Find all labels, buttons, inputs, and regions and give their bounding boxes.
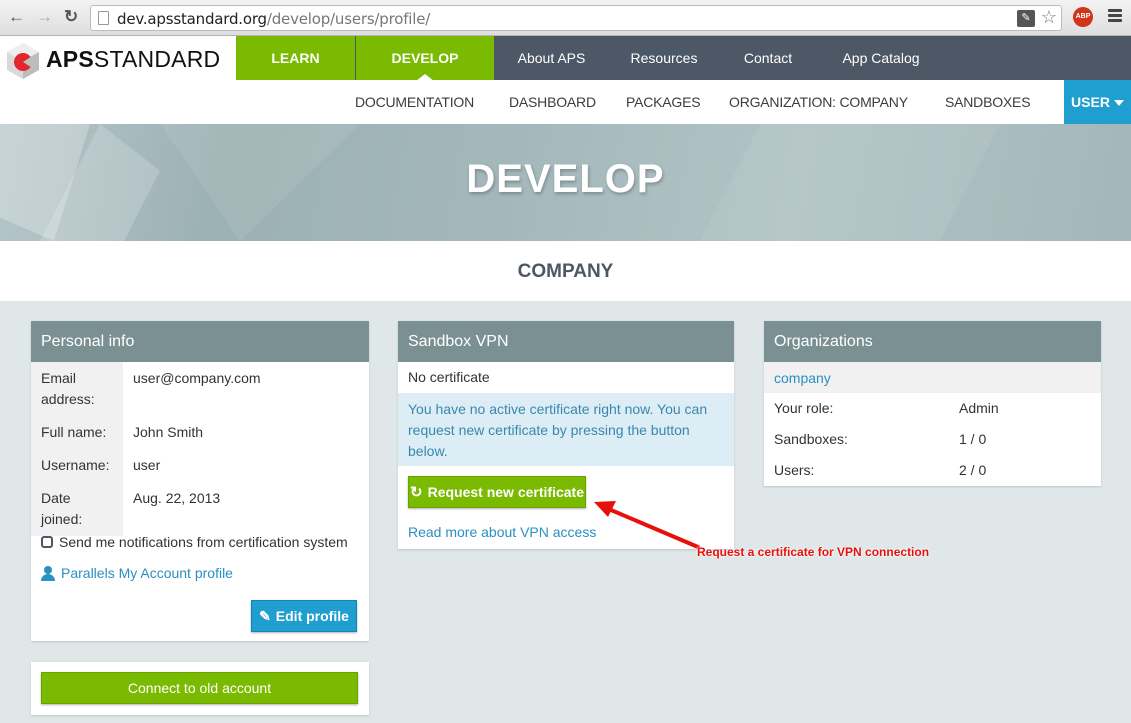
org-label: Sandboxes: <box>774 431 848 447</box>
user-icon <box>41 565 55 581</box>
banner: DEVELOP <box>0 124 1131 241</box>
logo-cube-icon <box>7 43 39 79</box>
org-value: Admin <box>959 400 999 416</box>
nav-contact[interactable]: Contact <box>719 36 817 80</box>
info-label: Username: <box>31 449 123 482</box>
logo-text: APSSTANDARD <box>46 46 221 72</box>
info-row: Username: user <box>31 449 369 482</box>
refresh-icon: ↻ <box>410 484 423 501</box>
panel-title: Sandbox VPN <box>398 321 734 362</box>
info-value: user@company.com <box>133 370 261 386</box>
organization-link[interactable]: company <box>764 362 1101 393</box>
annotation-text: Request a certificate for VPN connection <box>697 545 930 559</box>
org-row: Your role: Admin <box>764 393 1101 424</box>
address-bar[interactable]: dev.apsstandard.org/develop/users/profil… <box>90 5 1062 31</box>
connect-panel: Connect to old account <box>31 662 369 715</box>
nav-app-catalog[interactable]: App Catalog <box>817 36 945 80</box>
main-nav: LEARN DEVELOP About APS Resources Contac… <box>236 36 945 81</box>
vpn-status: No certificate <box>408 369 490 385</box>
my-account-link[interactable]: Parallels My Account profile <box>41 565 233 581</box>
star-icon[interactable]: ☆ <box>1041 7 1057 28</box>
subnav-documentation[interactable]: DOCUMENTATION <box>355 94 474 110</box>
org-label: Users: <box>774 462 815 478</box>
info-label: Email address: <box>31 362 123 416</box>
subnav-dashboard[interactable]: DASHBOARD <box>509 94 596 110</box>
nav-resources[interactable]: Resources <box>609 36 719 80</box>
personal-info-table: Email address: user@company.com Full nam… <box>31 362 369 536</box>
request-certificate-button[interactable]: ↻ Request new certificate <box>408 476 586 508</box>
adblock-icon[interactable]: ABP <box>1073 7 1093 27</box>
edit-profile-button[interactable]: ✎ Edit profile <box>251 600 357 632</box>
org-value: 2 / 0 <box>959 462 987 478</box>
annotation-arrow-icon <box>594 501 700 549</box>
org-row: Users: 2 / 0 <box>764 455 1101 486</box>
page-icon <box>98 11 109 25</box>
forward-icon[interactable]: → <box>36 7 53 27</box>
vpn-alert: You have no active certificate right now… <box>398 393 734 466</box>
info-label: Date joined: <box>31 482 123 536</box>
panel-title: Organizations <box>764 321 1101 362</box>
notify-checkbox-row[interactable]: Send me notifications from certification… <box>41 534 348 550</box>
subnav-sandboxes[interactable]: SANDBOXES <box>945 94 1031 110</box>
info-row: Date joined: Aug. 22, 2013 <box>31 482 369 536</box>
extension-icon[interactable]: ✎ <box>1017 10 1035 27</box>
sub-nav: DOCUMENTATION DASHBOARD PACKAGES ORGANIZ… <box>0 80 1131 124</box>
pencil-icon: ✎ <box>259 607 271 624</box>
info-row: Full name: John Smith <box>31 416 369 449</box>
vpn-read-more-link[interactable]: Read more about VPN access <box>408 524 596 540</box>
info-value: Aug. 22, 2013 <box>133 490 221 506</box>
user-menu-button[interactable]: USER <box>1064 80 1131 124</box>
nav-learn[interactable]: LEARN <box>236 36 356 80</box>
back-icon[interactable]: ← <box>8 7 25 27</box>
menu-icon[interactable] <box>1108 9 1122 24</box>
org-label: Your role: <box>774 400 834 416</box>
company-title: COMPANY <box>517 261 614 282</box>
connect-old-account-button[interactable]: Connect to old account <box>41 672 358 704</box>
org-value: 1 / 0 <box>959 431 987 447</box>
notify-label: Send me notifications from certification… <box>59 534 348 550</box>
banner-title: DEVELOP <box>466 157 665 201</box>
notify-checkbox[interactable] <box>41 536 53 548</box>
org-row: Sandboxes: 1 / 0 <box>764 424 1101 455</box>
reload-icon[interactable]: ↻ <box>64 7 78 27</box>
info-value: user <box>133 457 161 473</box>
subnav-packages[interactable]: PACKAGES <box>626 94 701 110</box>
personal-info-panel: Personal info Email address: user@compan… <box>31 321 369 641</box>
caret-down-icon <box>1113 100 1124 107</box>
nav-about-aps[interactable]: About APS <box>494 36 609 80</box>
nav-develop[interactable]: DEVELOP <box>356 36 494 81</box>
organizations-panel: Organizations company Your role: Admin S… <box>764 321 1101 486</box>
url-text[interactable]: dev.apsstandard.org/develop/users/profil… <box>117 10 430 28</box>
info-label: Full name: <box>31 416 123 449</box>
info-value: John Smith <box>133 424 204 440</box>
subnav-organization[interactable]: ORGANIZATION: COMPANY <box>729 94 908 110</box>
info-row: Email address: user@company.com <box>31 362 369 416</box>
company-strip: COMPANY <box>0 241 1131 301</box>
panel-title: Personal info <box>31 321 369 362</box>
browser-toolbar: ← → ↻ dev.apsstandard.org/develop/users/… <box>0 0 1131 36</box>
